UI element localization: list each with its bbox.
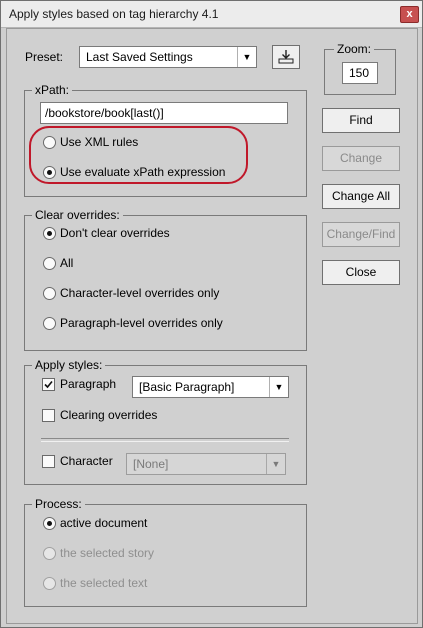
character-level-overrides-label: Character-level overrides only (60, 286, 220, 300)
chevron-down-icon: ▼ (237, 47, 256, 67)
find-button[interactable]: Find (322, 108, 400, 133)
radio-clear-all[interactable] (43, 257, 56, 270)
paragraph-style-value: [Basic Paragraph] (139, 380, 235, 394)
preset-value: Last Saved Settings (86, 50, 193, 64)
chevron-down-icon: ▼ (269, 377, 288, 397)
dont-clear-overrides-label: Don't clear overrides (60, 226, 170, 240)
clear-all-label: All (60, 256, 74, 270)
window-title: Apply styles based on tag hierarchy 4.1 (9, 7, 219, 21)
radio-character-level-overrides[interactable] (43, 287, 56, 300)
apply-styles-title: Apply styles: (32, 358, 106, 372)
clearing-overrides-checkbox[interactable] (42, 409, 55, 422)
preset-label: Preset: (25, 50, 64, 64)
annotation-ellipse (29, 126, 248, 184)
zoom-input[interactable]: 150 (342, 62, 378, 84)
radio-paragraph-level-overrides[interactable] (43, 317, 56, 330)
clear-overrides-title: Clear overrides: (32, 208, 123, 222)
checkmark-icon (44, 380, 53, 389)
paragraph-checkbox[interactable] (42, 378, 55, 391)
xpath-expression-value: /bookstore/book[last()] (45, 106, 164, 120)
zoom-value: 150 (349, 66, 370, 80)
divider (41, 438, 289, 442)
character-style-value: [None] (133, 457, 169, 471)
character-checkbox-label: Character (60, 454, 113, 468)
selected-text-label: the selected text (60, 576, 148, 590)
radio-active-document[interactable] (43, 517, 56, 530)
close-button[interactable]: Close (322, 260, 400, 285)
radio-dont-clear-overrides[interactable] (43, 227, 56, 240)
title-bar: Apply styles based on tag hierarchy 4.1 … (1, 1, 422, 28)
save-preset-icon (278, 50, 294, 64)
character-checkbox[interactable] (42, 455, 55, 468)
zoom-label: Zoom: (334, 42, 375, 56)
change-button[interactable]: Change (322, 146, 400, 171)
change-find-button[interactable]: Change/Find (322, 222, 400, 247)
radio-selected-dot (47, 521, 52, 526)
xpath-group-title: xPath: (32, 83, 73, 97)
character-style-dropdown[interactable]: [None] ▼ (126, 453, 286, 475)
paragraph-checkbox-label: Paragraph (60, 377, 117, 391)
xpath-expression-input[interactable]: /bookstore/book[last()] (40, 102, 288, 124)
radio-selected-text[interactable] (43, 577, 56, 590)
window-close-button[interactable]: x (400, 6, 419, 23)
radio-selected-story[interactable] (43, 547, 56, 560)
active-document-label: active document (60, 516, 148, 530)
dialog-window: Apply styles based on tag hierarchy 4.1 … (0, 0, 423, 628)
clearing-overrides-label: Clearing overrides (60, 408, 158, 422)
paragraph-style-dropdown[interactable]: [Basic Paragraph] ▼ (132, 376, 289, 398)
chevron-down-icon: ▼ (266, 454, 285, 474)
selected-story-label: the selected story (60, 546, 155, 560)
change-all-button[interactable]: Change All (322, 184, 400, 209)
process-title: Process: (32, 497, 85, 511)
dialog-body: Preset: Last Saved Settings ▼ Zoom: 150 … (6, 28, 418, 624)
preset-dropdown[interactable]: Last Saved Settings ▼ (79, 46, 257, 68)
paragraph-level-overrides-label: Paragraph-level overrides only (60, 316, 223, 330)
save-preset-button[interactable] (272, 45, 300, 69)
radio-selected-dot (47, 231, 52, 236)
